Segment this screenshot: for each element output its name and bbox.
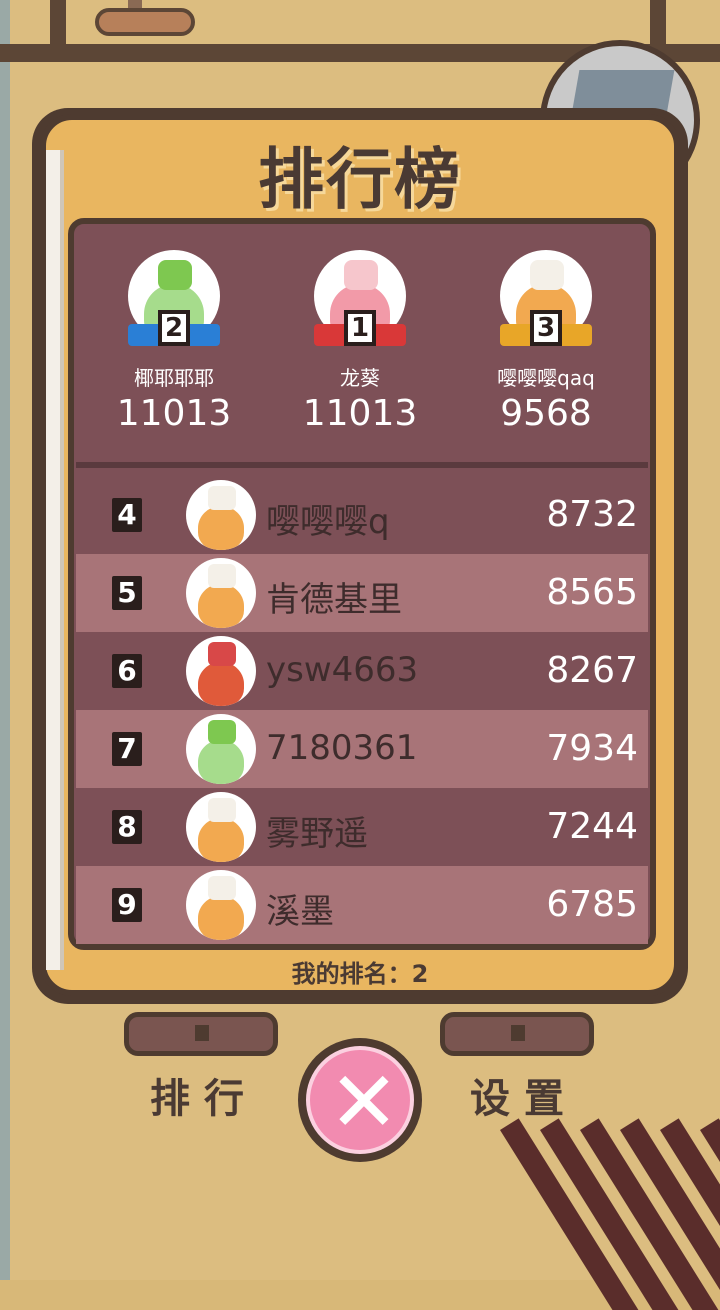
character-body <box>198 740 244 784</box>
avatar <box>186 636 256 706</box>
rank-tab-label[interactable]: 排行 <box>150 1066 258 1124</box>
rank-badge: 4 <box>112 498 142 532</box>
player-name: 雾野遥 <box>266 814 368 854</box>
player-name: 肯德基里 <box>266 580 402 620</box>
close-button[interactable]: ✕ <box>298 1038 422 1162</box>
character-hat <box>208 642 236 666</box>
wrench-icon <box>511 1025 525 1041</box>
background-hook <box>95 8 195 36</box>
character-hat <box>208 876 236 900</box>
player-name: 7180361 <box>266 728 418 768</box>
table-row[interactable]: 9 溪墨 6785 <box>76 866 648 944</box>
player-score: 6785 <box>546 884 638 925</box>
character-hat <box>208 564 236 588</box>
character-body <box>198 662 244 706</box>
table-row[interactable]: 6 ysw4663 8267 <box>76 632 648 710</box>
player-score: 9568 <box>500 393 592 434</box>
panel-page-edge <box>46 150 64 970</box>
player-name: 嘤嘤嘤qaq <box>497 366 595 390</box>
character-body <box>198 896 244 940</box>
rank-badge: 6 <box>112 654 142 688</box>
rank-badge: 5 <box>112 576 142 610</box>
character-body <box>198 506 244 550</box>
rank-number: 2 <box>158 310 190 346</box>
player-name: 龙葵 <box>340 366 380 390</box>
rank-number: 1 <box>344 310 376 346</box>
background-post <box>650 0 666 50</box>
player-score: 8732 <box>546 494 638 535</box>
table-row[interactable]: 7 7180361 7934 <box>76 710 648 788</box>
avatar: 2 <box>124 246 224 356</box>
player-name: 溪墨 <box>266 892 334 932</box>
rank-tab-button[interactable] <box>124 1012 278 1056</box>
divider <box>76 462 648 468</box>
character-hat <box>158 260 192 290</box>
settings-tab-button[interactable] <box>440 1012 594 1056</box>
avatar <box>186 558 256 628</box>
player-name: 椰耶耶耶 <box>134 366 214 390</box>
player-name: ysw4663 <box>266 650 419 690</box>
table-row[interactable]: 8 雾野遥 7244 <box>76 788 648 866</box>
character-hat <box>344 260 378 290</box>
player-score: 11013 <box>302 393 418 434</box>
avatar: 3 <box>496 246 596 356</box>
avatar <box>186 480 256 550</box>
player-name: 嘤嘤嘤q <box>266 502 390 542</box>
character-hat <box>530 260 564 290</box>
settings-tab-label[interactable]: 设置 <box>470 1066 578 1124</box>
player-score: 8267 <box>546 650 638 691</box>
podium-entry-3[interactable]: 3 嘤嘤嘤qaq 9568 <box>446 246 646 434</box>
character-body <box>198 584 244 628</box>
avatar <box>186 792 256 862</box>
page-title: 排行榜 <box>258 141 462 218</box>
rank-number: 3 <box>530 310 562 346</box>
trophy-icon <box>195 1025 209 1041</box>
player-score: 8565 <box>546 572 638 613</box>
character-body <box>198 818 244 862</box>
character-hat <box>208 720 236 744</box>
avatar <box>186 714 256 784</box>
table-row[interactable]: 5 肯德基里 8565 <box>76 554 648 632</box>
player-score: 7244 <box>546 806 638 847</box>
rank-badge: 9 <box>112 888 142 922</box>
avatar: 1 <box>310 246 410 356</box>
background-wall-edge <box>0 0 10 1280</box>
avatar <box>186 870 256 940</box>
podium-entry-1[interactable]: 1 龙葵 11013 <box>260 246 460 434</box>
close-icon: ✕ <box>328 1053 400 1151</box>
table-row[interactable]: 4 嘤嘤嘤q 8732 <box>76 476 648 554</box>
player-score: 11013 <box>116 393 232 434</box>
my-rank-label: 我的排名：2 <box>291 960 429 988</box>
character-hat <box>208 486 236 510</box>
rank-badge: 8 <box>112 810 142 844</box>
character-hat <box>208 798 236 822</box>
player-score: 7934 <box>546 728 638 769</box>
background-post <box>50 0 66 50</box>
close-button-face[interactable]: ✕ <box>306 1046 414 1154</box>
rank-badge: 7 <box>112 732 142 766</box>
podium-entry-2[interactable]: 2 椰耶耶耶 11013 <box>74 246 274 434</box>
